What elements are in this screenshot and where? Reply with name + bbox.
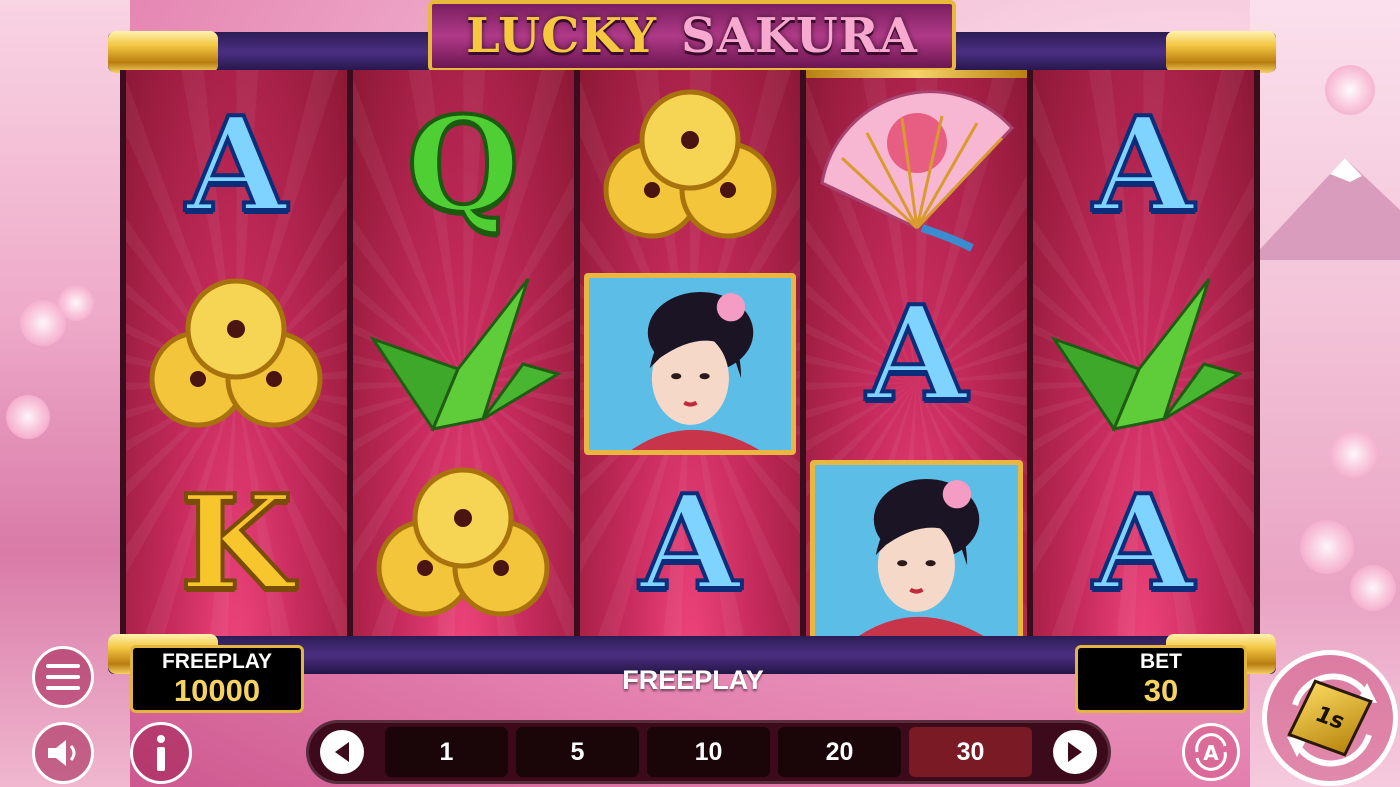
autoplay-icon: A: [1195, 733, 1227, 771]
sound-button[interactable]: [32, 722, 94, 784]
reel-grid: A K Q A A A A: [120, 70, 1260, 638]
bet-next-button[interactable]: [1053, 730, 1097, 774]
autoplay-button[interactable]: A: [1182, 723, 1240, 781]
symbol-geisha: [810, 460, 1024, 638]
bet-prev-button[interactable]: [320, 730, 364, 774]
symbol-geisha: [583, 273, 797, 455]
freeplay-label: FREEPLAY: [161, 650, 273, 674]
coins-icon: [603, 89, 777, 238]
symbol-a: A: [864, 276, 969, 430]
blossom-decoration: [58, 285, 94, 321]
symbol-a: A: [1091, 465, 1196, 619]
reel-3: A: [579, 70, 801, 638]
coins-icon: [376, 467, 550, 616]
symbol-coins: [580, 70, 801, 259]
bet-label: BET: [1140, 650, 1182, 674]
blossom-decoration: [6, 395, 50, 439]
symbol-a: A: [638, 465, 743, 619]
bet-options: 1 5 10 20 30: [372, 727, 1045, 777]
rod-cap-left: [108, 31, 218, 73]
symbol-a: A: [1091, 87, 1196, 241]
bet-box: BET 30: [1075, 645, 1247, 713]
chevron-left-icon: [335, 742, 349, 762]
reel-4: A: [806, 70, 1028, 638]
bet-option-10[interactable]: 10: [647, 727, 770, 777]
symbol-crane: [353, 259, 574, 448]
freeplay-value: 10000: [173, 672, 261, 708]
bet-value: 30: [1143, 672, 1179, 708]
bet-option-1[interactable]: 1: [385, 727, 508, 777]
menu-icon: [46, 664, 80, 690]
rod-cap-right: [1166, 31, 1276, 73]
bet-option-30[interactable]: 30: [909, 727, 1032, 777]
mountain-background: [1250, 158, 1400, 260]
blossom-decoration: [1350, 565, 1396, 611]
symbol-coins: [126, 259, 347, 448]
paper-crane-icon: [369, 277, 562, 432]
bet-selector: 1 5 10 20 30: [306, 720, 1111, 784]
symbol-fan: [806, 78, 1027, 267]
freeplay-balance-box: FREEPLAY 10000: [130, 645, 304, 713]
blossom-decoration: [1300, 520, 1354, 574]
chevron-right-icon: [1068, 742, 1082, 762]
autoplay-label: A: [1203, 741, 1219, 765]
reel-2: Q: [352, 70, 574, 638]
logo-word-lucky: LUCKY: [466, 8, 657, 64]
bet-option-5[interactable]: 5: [516, 727, 639, 777]
symbol-coins: [353, 448, 574, 637]
logo-word-sakura: SAKURA: [680, 8, 918, 64]
symbol-crane: [1033, 259, 1254, 448]
spin-label: 1s: [1311, 701, 1349, 735]
info-icon: [157, 735, 165, 771]
spin-button[interactable]: 1s: [1262, 650, 1398, 786]
bet-option-20[interactable]: 20: [778, 727, 901, 777]
fan-icon: [820, 89, 1014, 252]
symbol-k: K: [178, 465, 295, 619]
paper-crane-icon: [1049, 277, 1243, 432]
reel-gold-strip: [806, 70, 1028, 78]
coins-icon: [149, 278, 323, 427]
menu-button[interactable]: [32, 646, 94, 708]
symbol-a: A: [184, 87, 289, 241]
game-logo: LUCKY SAKURA: [428, 0, 956, 72]
reel-5: A A: [1033, 70, 1254, 638]
blossom-decoration: [1325, 65, 1375, 115]
geisha-portrait: [588, 278, 792, 450]
info-button[interactable]: [130, 722, 192, 784]
blossom-decoration: [1330, 430, 1378, 478]
speaker-icon: [48, 740, 76, 766]
geisha-portrait: [815, 465, 1019, 637]
status-message: FREEPLAY: [622, 665, 764, 695]
reel-1: A K: [126, 70, 347, 638]
symbol-q: Q: [405, 87, 522, 241]
